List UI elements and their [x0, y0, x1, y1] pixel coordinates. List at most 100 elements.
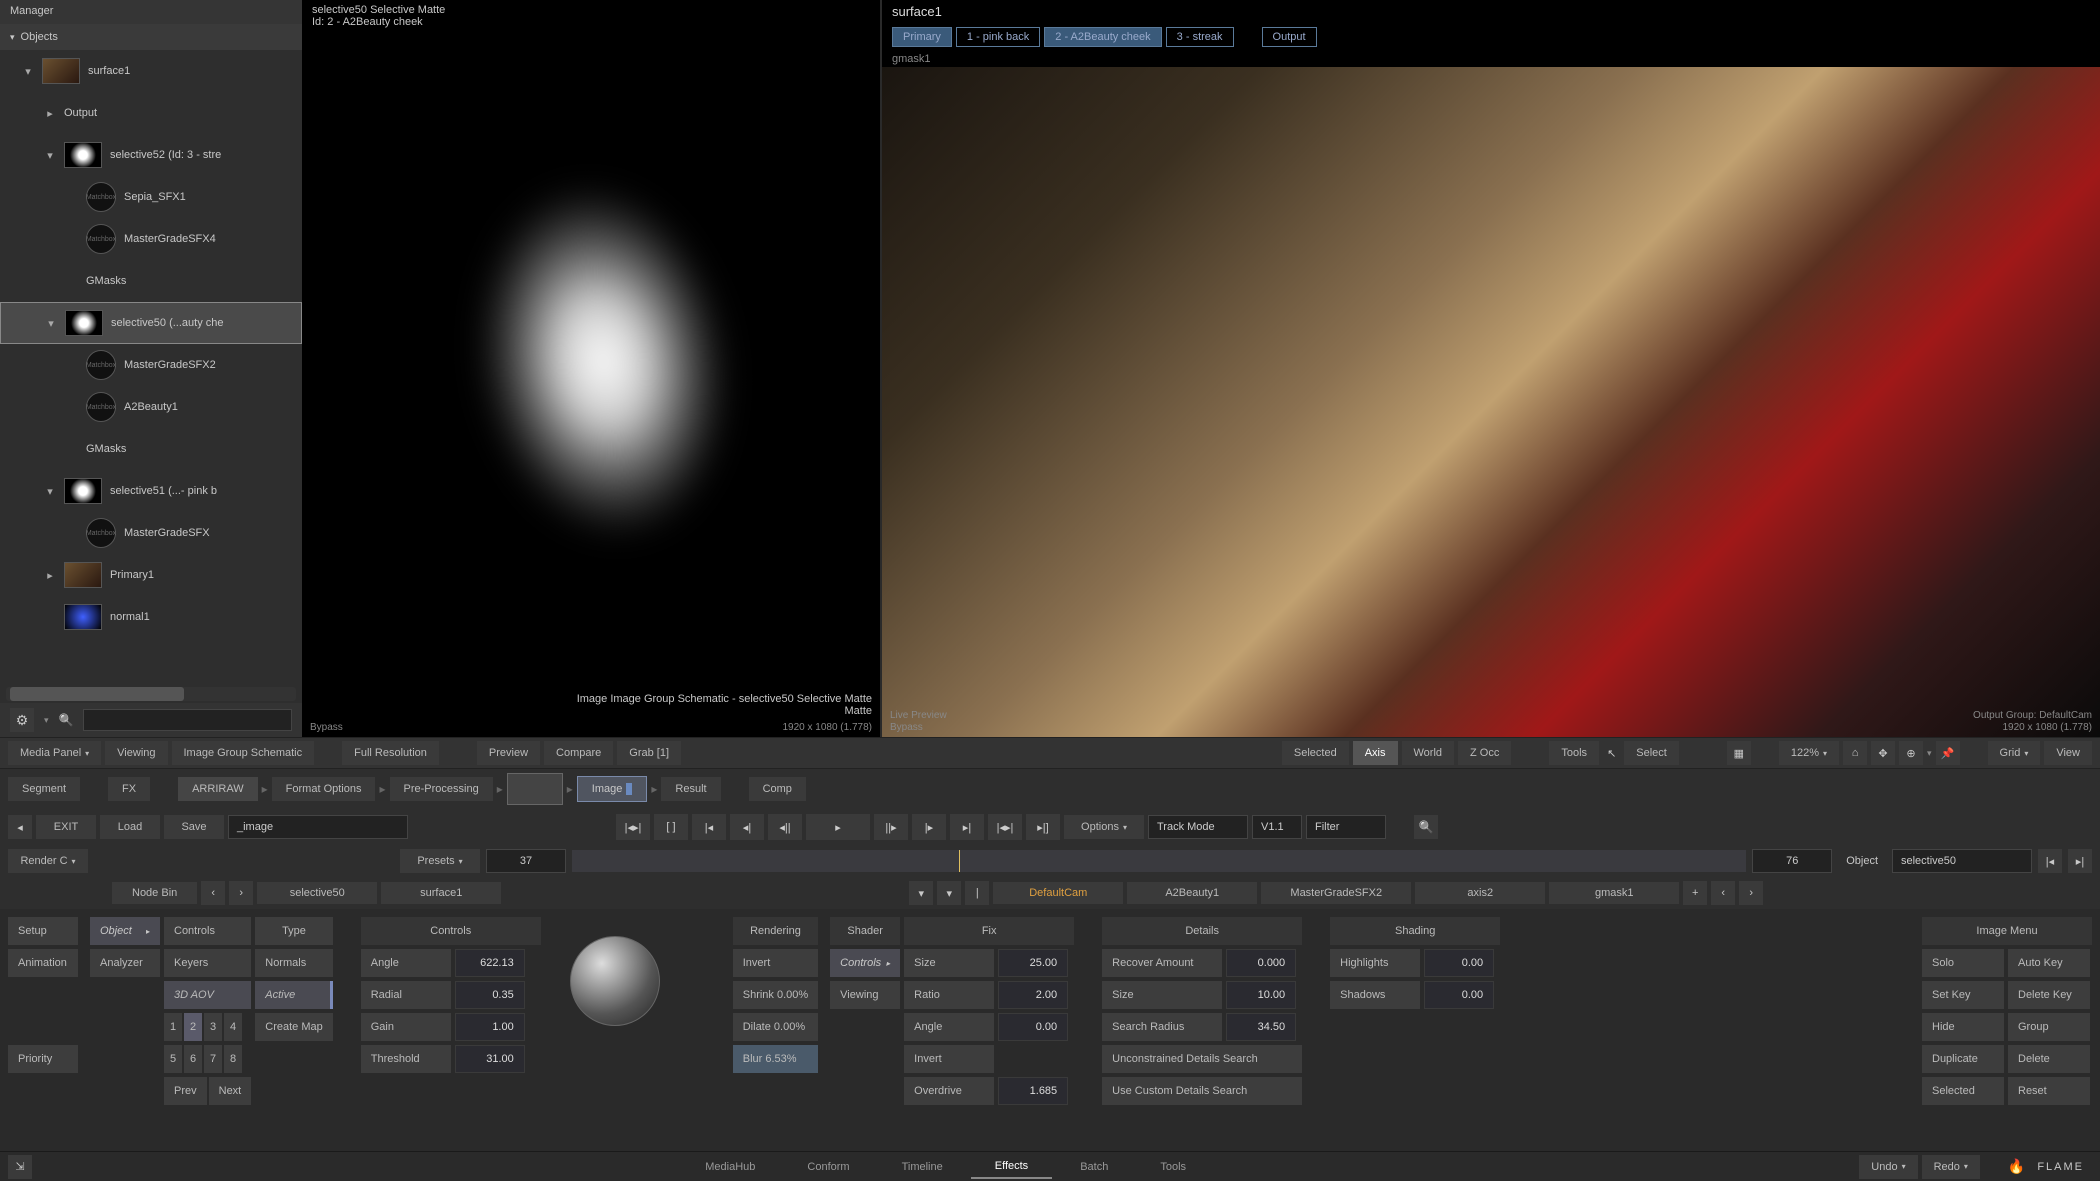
options-dropdown[interactable]: Options [1064, 815, 1144, 839]
overdrive-field[interactable]: 1.685 [998, 1077, 1068, 1105]
object-field[interactable]: selective50 [1892, 849, 2032, 873]
play-button[interactable]: ▸ [806, 814, 870, 840]
objects-dropdown[interactable]: ▾Objects [0, 24, 302, 50]
3d-aov-button[interactable]: 3D AOV [164, 981, 251, 1009]
selected-menu-button[interactable]: Selected [1922, 1077, 2004, 1105]
active-toggle[interactable]: Active [255, 981, 332, 1009]
effects-tab[interactable]: Effects [971, 1155, 1052, 1179]
gear-icon[interactable] [10, 708, 34, 732]
goto-end-button[interactable]: |◂▸| [988, 814, 1022, 840]
render-dropdown[interactable]: Render C [8, 849, 88, 873]
setkey-button[interactable]: Set Key [1922, 981, 2004, 1009]
redo-button[interactable]: Redo [1922, 1155, 1980, 1179]
gain-field[interactable]: 1.00 [455, 1013, 525, 1041]
ch-1[interactable]: 1 [164, 1013, 182, 1041]
next-button[interactable]: Next [209, 1077, 252, 1105]
step-fwd-button[interactable]: ||▸ [874, 814, 908, 840]
create-map-button[interactable]: Create Map [255, 1013, 332, 1041]
selective-tab[interactable]: Output [1262, 27, 1317, 47]
igs-button[interactable]: Image Group Schematic [172, 741, 315, 765]
tree-item[interactable]: MatchboxSepia_SFX1 [0, 176, 302, 218]
chevron-right-icon[interactable]: › [1739, 881, 1763, 905]
camera-tab[interactable]: DefaultCam [993, 882, 1123, 904]
blur-field[interactable]: Blur 6.53% [733, 1045, 818, 1073]
fix-invert-button[interactable]: Invert [904, 1045, 994, 1073]
gmask-tab[interactable]: gmask1 [1549, 882, 1679, 904]
expand-arrow-icon[interactable]: ▾ [45, 317, 57, 330]
tree-search-input[interactable] [83, 709, 292, 731]
prev-arrow-icon[interactable]: ◂ [8, 815, 32, 839]
segment-node[interactable]: Segment [8, 777, 80, 801]
tree-item[interactable]: MatchboxMasterGradeSFX2 [0, 344, 302, 386]
deletekey-button[interactable]: Delete Key [2008, 981, 2090, 1009]
expand-arrow-icon[interactable]: ▾ [44, 485, 56, 498]
object-dropdown[interactable]: Object▸ [90, 917, 160, 945]
world-button[interactable]: World [1402, 741, 1455, 765]
ch-4[interactable]: 4 [224, 1013, 242, 1041]
tools-button[interactable]: Tools [1549, 741, 1599, 765]
shader-controls-dropdown[interactable]: Controls▸ [830, 949, 900, 977]
shadows-field[interactable]: 0.00 [1424, 981, 1494, 1009]
save-button[interactable]: Save [164, 815, 224, 839]
result-node[interactable]: Result [661, 777, 720, 801]
animation-button[interactable]: Animation [8, 949, 78, 977]
load-button[interactable]: Load [100, 815, 160, 839]
ch-2[interactable]: 2 [184, 1013, 202, 1041]
mediahub-tab[interactable]: MediaHub [681, 1156, 779, 1178]
compare-button[interactable]: Compare [544, 741, 613, 765]
ch-5[interactable]: 5 [164, 1045, 182, 1073]
range-button[interactable]: [ ] [654, 814, 688, 840]
next-obj-icon[interactable]: ▸| [2068, 849, 2092, 873]
comp-node[interactable]: Comp [749, 777, 806, 801]
type-button[interactable]: Type [255, 917, 332, 945]
last-frame-button[interactable]: ▸| [950, 814, 984, 840]
image-name-field[interactable]: _image [228, 815, 408, 839]
frame-out-field[interactable]: 76 [1752, 849, 1832, 873]
tree-item[interactable]: GMasks [0, 428, 302, 470]
selective-tab[interactable]: selective50 [257, 882, 377, 904]
prev-obj-icon[interactable]: |◂ [2038, 849, 2062, 873]
version-field[interactable]: V1.1 [1252, 815, 1302, 839]
selective-tab[interactable]: 1 - pink back [956, 27, 1040, 47]
recover-field[interactable]: 0.000 [1226, 949, 1296, 977]
prev-keyframe-button[interactable]: ◂| [730, 814, 764, 840]
axis-tab[interactable]: axis2 [1415, 882, 1545, 904]
next-keyframe-button[interactable]: |▸ [912, 814, 946, 840]
fix-angle-field[interactable]: 0.00 [998, 1013, 1068, 1041]
view-dropdown[interactable]: View [2044, 741, 2092, 765]
fix-ratio-field[interactable]: 2.00 [998, 981, 1068, 1009]
loop-button[interactable]: ▸|] [1026, 814, 1060, 840]
search-icon[interactable] [59, 713, 74, 727]
tree-item[interactable]: normal1 [0, 596, 302, 638]
tree-item[interactable]: MatchboxA2Beauty1 [0, 386, 302, 428]
step-back-button[interactable]: ◂|| [768, 814, 802, 840]
axis-button[interactable]: Axis [1353, 741, 1398, 765]
normal-sphere-widget[interactable] [555, 921, 675, 1041]
tree-item[interactable]: ▾surface1 [0, 50, 302, 92]
selective-tab[interactable]: 2 - A2Beauty cheek [1044, 27, 1161, 47]
full-resolution-button[interactable]: Full Resolution [342, 741, 439, 765]
selected-button[interactable]: Selected [1282, 741, 1349, 765]
shrink-field[interactable]: Shrink 0.00% [733, 981, 818, 1009]
grab-button[interactable]: Grab [1] [617, 741, 681, 765]
tree-item[interactable]: ▸Primary1 [0, 554, 302, 596]
zoom-dropdown[interactable]: 122% [1779, 741, 1839, 765]
grid-dropdown[interactable]: Grid [1988, 741, 2041, 765]
preprocessing-node[interactable]: Pre-Processing [390, 777, 493, 801]
ch-3[interactable]: 3 [204, 1013, 222, 1041]
duplicate-button[interactable]: Duplicate [1922, 1045, 2004, 1073]
radial-field[interactable]: 0.35 [455, 981, 525, 1009]
selective-tab[interactable]: 3 - streak [1166, 27, 1234, 47]
highlights-field[interactable]: 0.00 [1424, 949, 1494, 977]
arriraw-node[interactable]: ARRIRAW [178, 777, 258, 801]
expand-arrow-icon[interactable]: ▾ [22, 65, 34, 78]
ch-8[interactable]: 8 [224, 1045, 242, 1073]
first-frame-button[interactable]: |◂ [692, 814, 726, 840]
ch-6[interactable]: 6 [184, 1045, 202, 1073]
matte-canvas[interactable] [302, 32, 880, 737]
angle-field[interactable]: 622.13 [455, 949, 525, 977]
bypass-label-right[interactable]: Bypass [882, 720, 931, 735]
setup-button[interactable]: Setup [8, 917, 78, 945]
expand-icon[interactable]: ⇲ [8, 1155, 32, 1179]
exit-button[interactable]: EXIT [36, 815, 96, 839]
